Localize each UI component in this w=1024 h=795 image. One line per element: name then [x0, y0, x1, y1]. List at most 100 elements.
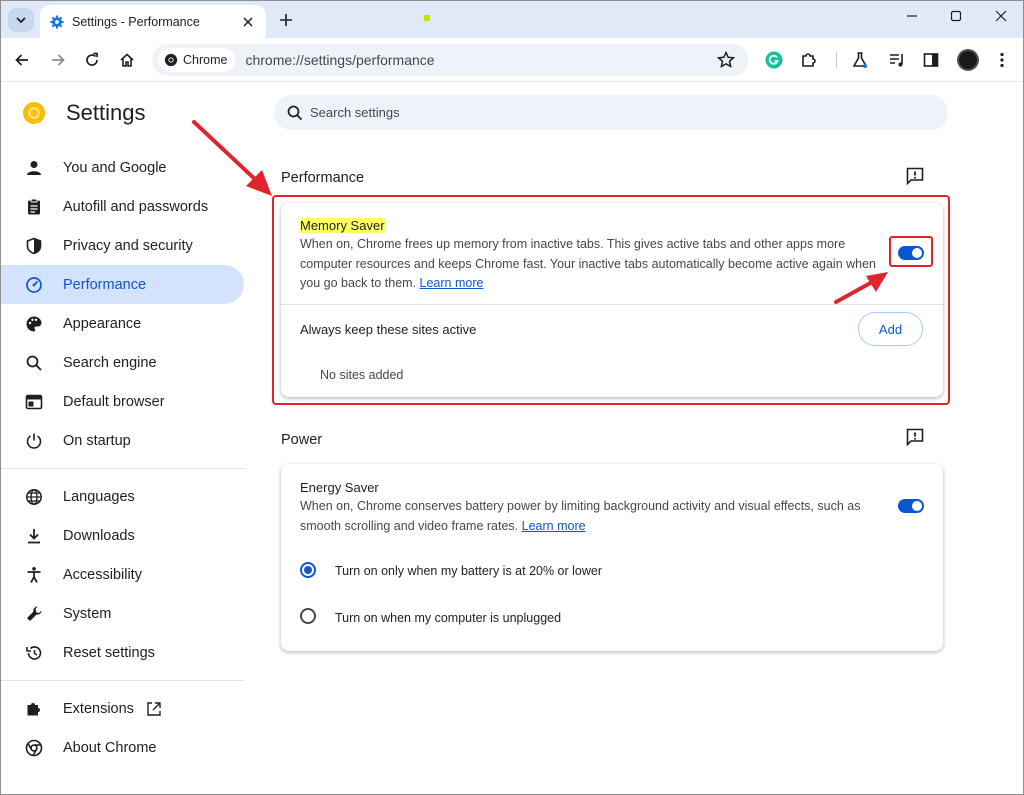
- sidebar-item-languages[interactable]: Languages: [0, 477, 244, 516]
- energy-saver-desc-line: smooth scrolling and video frame rates.: [300, 518, 519, 533]
- feedback-icon[interactable]: [905, 427, 925, 447]
- tab-close-button[interactable]: [240, 14, 256, 30]
- browser-icon: [24, 392, 44, 412]
- sidebar-item-label: System: [63, 605, 112, 622]
- tab-title: Settings - Performance: [72, 14, 200, 29]
- feedback-icon[interactable]: [905, 166, 925, 186]
- status-dot: [424, 15, 430, 21]
- search-input[interactable]: [310, 105, 910, 120]
- sidebar-divider: [0, 468, 244, 469]
- site-info-chip[interactable]: Chrome: [158, 48, 236, 72]
- sidebar-item-system[interactable]: System: [0, 594, 244, 633]
- tab-settings[interactable]: Settings - Performance: [40, 5, 266, 38]
- grammarly-icon: [765, 51, 783, 69]
- address-bar[interactable]: Chrome chrome://settings/performance: [152, 44, 748, 76]
- tab-search-button[interactable]: [8, 8, 34, 32]
- sidebar-item-reset-settings[interactable]: Reset settings: [0, 633, 244, 672]
- palette-icon: [24, 314, 44, 334]
- title-bar: Settings - Performance: [0, 0, 1024, 38]
- performance-section-title: Performance: [281, 170, 365, 186]
- url-text[interactable]: chrome://settings/performance: [245, 52, 434, 68]
- accessibility-icon: [24, 565, 44, 585]
- close-icon: [243, 16, 253, 27]
- sidebar-item-label: Languages: [63, 488, 135, 505]
- power-icon: [24, 431, 44, 451]
- maximize-button[interactable]: [941, 6, 971, 26]
- sidebar-item-privacy[interactable]: Privacy and security: [0, 226, 244, 265]
- globe-icon: [24, 487, 44, 507]
- reload-icon: [86, 52, 98, 66]
- sidebar-item-appearance[interactable]: Appearance: [0, 304, 244, 343]
- side-panel-button[interactable]: [921, 50, 941, 70]
- forward-button[interactable]: [48, 50, 68, 70]
- page-title: Settings: [66, 100, 146, 125]
- energy-saver-desc-line-2: smooth scrolling and video frame rates. …: [300, 517, 880, 537]
- speedometer-icon: [24, 275, 44, 295]
- clipboard-icon: [24, 197, 44, 217]
- star-icon[interactable]: [716, 50, 736, 70]
- sidebar-item-search-engine[interactable]: Search engine: [0, 343, 244, 382]
- history-icon: [24, 643, 44, 663]
- sidebar-item-label: Extensions: [63, 700, 134, 717]
- plus-icon: [280, 14, 292, 26]
- settings-header: Settings: [22, 100, 146, 126]
- close-icon: [995, 10, 1007, 22]
- sidebar-item-about-chrome[interactable]: About Chrome: [0, 728, 244, 767]
- puzzle-icon: [24, 699, 44, 719]
- sidebar-item-performance[interactable]: Performance: [0, 265, 244, 304]
- sidebar-item-downloads[interactable]: Downloads: [0, 516, 244, 555]
- sidebar-item-you-and-google[interactable]: You and Google: [0, 148, 244, 187]
- extensions-button[interactable]: [799, 50, 819, 70]
- arrow-left-icon: [15, 54, 28, 66]
- sidebar-item-label: Appearance: [63, 315, 142, 332]
- sidebar-item-label: About Chrome: [63, 739, 157, 756]
- toolbar-separator: [836, 52, 837, 68]
- shield-icon: [24, 236, 44, 256]
- battery-20-label: Turn on only when my battery is at 20% o…: [335, 564, 603, 578]
- energy-saver-learn-more-link[interactable]: Learn more: [522, 519, 586, 533]
- sidebar-item-label: Privacy and security: [63, 237, 193, 254]
- minimize-icon: [907, 15, 917, 17]
- settings-sidebar: You and Google Autofill and passwords Pr…: [0, 148, 244, 767]
- profile-avatar[interactable]: [957, 49, 979, 71]
- sidebar-item-label: Downloads: [63, 527, 135, 544]
- energy-saver-toggle[interactable]: [898, 499, 924, 513]
- settings-search-bar[interactable]: [274, 95, 948, 130]
- settings-logo-icon: [23, 102, 45, 124]
- sidebar-item-label: Autofill and passwords: [63, 198, 209, 215]
- home-button[interactable]: [117, 50, 137, 70]
- sidebar-item-accessibility[interactable]: Accessibility: [0, 555, 244, 594]
- reload-button[interactable]: [82, 50, 102, 70]
- flask-icon: [852, 52, 868, 68]
- media-controls-button[interactable]: [887, 50, 907, 70]
- search-icon: [24, 353, 44, 373]
- sidebar-item-label: Default browser: [63, 393, 165, 410]
- sidebar-item-on-startup[interactable]: On startup: [0, 421, 244, 460]
- sidebar-item-label: Search engine: [63, 354, 157, 371]
- site-chip-label: Chrome: [183, 53, 228, 67]
- energy-saver-desc-line: When on, Chrome conserves battery power …: [300, 499, 861, 513]
- chrome-icon: [24, 738, 44, 758]
- sidebar-item-autofill[interactable]: Autofill and passwords: [0, 187, 244, 226]
- energy-saver-title: Energy Saver: [300, 480, 379, 495]
- close-window-button[interactable]: [986, 6, 1016, 26]
- arrow-right-icon: [52, 54, 65, 66]
- gear-icon: [50, 14, 64, 29]
- battery-20-radio[interactable]: [300, 562, 316, 578]
- download-icon: [24, 526, 44, 546]
- sidebar-item-label: On startup: [63, 432, 131, 449]
- playlist-icon: [890, 54, 903, 67]
- sidebar-item-label: Performance: [63, 276, 147, 293]
- minimize-button[interactable]: [897, 6, 927, 26]
- sidebar-item-default-browser[interactable]: Default browser: [0, 382, 244, 421]
- sidebar-item-extensions[interactable]: Extensions: [0, 689, 244, 728]
- grammarly-extension-button[interactable]: [764, 50, 784, 70]
- unplugged-label: Turn on when my computer is unplugged: [335, 611, 562, 625]
- menu-button[interactable]: [992, 50, 1012, 70]
- labs-button[interactable]: [850, 50, 870, 70]
- unplugged-radio[interactable]: [300, 608, 316, 624]
- sidebar-item-label: You and Google: [63, 159, 167, 176]
- back-button[interactable]: [12, 50, 32, 70]
- new-tab-button[interactable]: [276, 10, 296, 30]
- wrench-icon: [24, 604, 44, 624]
